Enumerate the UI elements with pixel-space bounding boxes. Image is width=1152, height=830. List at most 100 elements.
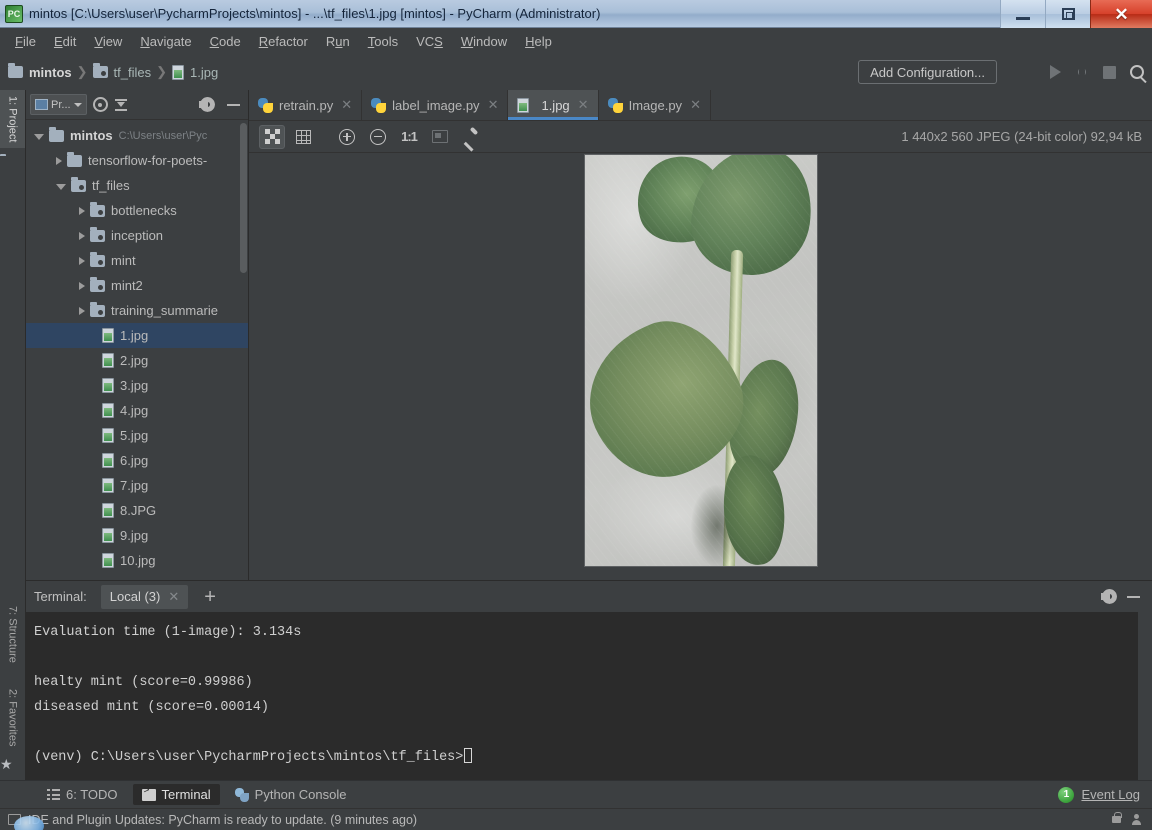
menu-navigate[interactable]: Navigate	[131, 31, 200, 52]
status-item-terminal[interactable]: Terminal	[132, 784, 220, 805]
menu-tools[interactable]: Tools	[359, 31, 407, 52]
tab-1-jpg[interactable]: 1.jpg ✕	[508, 90, 599, 120]
event-log-link[interactable]: Event Log	[1081, 787, 1140, 802]
tree-label: 9.jpg	[120, 528, 149, 543]
toggle-grid-button[interactable]	[290, 125, 316, 149]
chevron-down-icon[interactable]	[56, 183, 66, 190]
project-tree[interactable]: mintos C:\Users\user\Pyc tensorflow-for-…	[26, 120, 248, 580]
chevron-right-icon[interactable]	[79, 256, 85, 265]
menu-run[interactable]: Run	[317, 31, 359, 52]
chevron-right-icon[interactable]	[79, 231, 85, 240]
color-picker-button[interactable]	[458, 125, 484, 149]
sidebar-item-project[interactable]: 1: Project	[0, 90, 25, 149]
lock-icon[interactable]	[1112, 812, 1122, 823]
close-icon[interactable]: ✕	[168, 589, 179, 605]
new-terminal-button[interactable]: +	[204, 587, 216, 607]
tree-row-tf-files[interactable]: tf_files	[26, 173, 248, 198]
tree-label: mint2	[111, 278, 143, 293]
close-icon[interactable]: ✕	[341, 97, 352, 113]
terminal-line: healty mint (score=0.99986)	[34, 675, 253, 690]
close-button[interactable]: ✕	[1090, 0, 1152, 28]
chevron-right-icon[interactable]	[79, 206, 85, 215]
tree-row-inception[interactable]: inception	[26, 223, 248, 248]
tree-row-8-jpg[interactable]: 8.JPG	[26, 498, 248, 523]
status-item-todo[interactable]: 6: TODO	[38, 784, 127, 805]
image-canvas[interactable]	[249, 153, 1152, 580]
tree-row-7-jpg[interactable]: 7.jpg	[26, 473, 248, 498]
tree-row-1-jpg[interactable]: 1.jpg	[26, 323, 248, 348]
menu-help[interactable]: Help	[516, 31, 561, 52]
chevron-down-icon[interactable]	[34, 133, 44, 140]
menu-edit[interactable]: Edit	[45, 31, 85, 52]
collapse-all-icon[interactable]	[114, 98, 128, 112]
gear-icon[interactable]	[200, 97, 215, 112]
close-icon[interactable]: ✕	[488, 97, 499, 113]
sidebar-item-favorites[interactable]: 2: Favorites	[0, 683, 25, 752]
debug-icon[interactable]	[1075, 65, 1089, 79]
tree-row-bottlenecks[interactable]: bottlenecks	[26, 198, 248, 223]
jpg-file-icon	[102, 453, 114, 468]
add-configuration-button[interactable]: Add Configuration...	[858, 60, 997, 84]
zoom-out-button[interactable]	[365, 125, 391, 149]
project-tree-scrollbar[interactable]	[240, 123, 247, 273]
project-view-selector[interactable]: Pr...	[30, 94, 87, 115]
jpg-file-icon	[102, 503, 114, 518]
actual-size-button[interactable]: 1:1	[396, 125, 422, 149]
tree-label: 4.jpg	[120, 403, 149, 418]
breadcrumb-mintos[interactable]: mintos	[8, 63, 72, 80]
gear-icon[interactable]	[1102, 589, 1117, 604]
breadcrumb-1-jpg[interactable]: 1.jpg	[172, 64, 218, 80]
tree-row-training-summaries[interactable]: training_summarie	[26, 298, 248, 323]
tree-path: C:\Users\user\Pyc	[118, 129, 208, 142]
tree-row-mintos[interactable]: mintos C:\Users\user\Pyc	[26, 123, 248, 148]
tab-label-image-py[interactable]: label_image.py ✕	[362, 90, 509, 120]
tree-row-3-jpg[interactable]: 3.jpg	[26, 373, 248, 398]
search-icon[interactable]	[1130, 65, 1144, 79]
minimize-icon[interactable]	[227, 103, 240, 106]
tree-row-mint[interactable]: mint	[26, 248, 248, 273]
menu-refactor[interactable]: Refactor	[250, 31, 317, 52]
menu-vcs[interactable]: VCS	[407, 31, 452, 52]
tree-row-10-jpg[interactable]: 10.jpg	[26, 548, 248, 573]
tree-row-5-jpg[interactable]: 5.jpg	[26, 423, 248, 448]
tree-row-6-jpg[interactable]: 6.jpg	[26, 448, 248, 473]
menu-code[interactable]: Code	[201, 31, 250, 52]
status-item-python-console[interactable]: Python Console	[226, 784, 356, 805]
close-icon[interactable]: ✕	[578, 97, 589, 113]
star-icon: ★	[0, 756, 13, 772]
tab-retrain-py[interactable]: retrain.py ✕	[249, 90, 363, 120]
breadcrumb-tf-files[interactable]: tf_files	[92, 63, 151, 80]
menu-file[interactable]: FFileile	[6, 31, 45, 52]
person-icon[interactable]	[1131, 814, 1142, 825]
fit-to-window-button[interactable]	[427, 125, 453, 149]
terminal-tab-local[interactable]: Local (3) ✕	[100, 584, 189, 609]
chevron-right-icon[interactable]	[79, 281, 85, 290]
stop-icon[interactable]	[1103, 65, 1116, 79]
notification-text[interactable]: IDE and Plugin Updates: PyCharm is ready…	[28, 813, 417, 827]
menu-view[interactable]: View	[85, 31, 131, 52]
jpg-file-icon	[102, 353, 114, 368]
chevron-right-icon[interactable]	[79, 306, 85, 315]
toggle-transparency-button[interactable]	[259, 124, 285, 149]
terminal-output[interactable]: Evaluation time (1-image): 3.134s healty…	[26, 612, 1152, 780]
chevron-right-icon[interactable]	[56, 156, 62, 165]
tree-row-2-jpg[interactable]: 2.jpg	[26, 348, 248, 373]
tree-row-tensorflow-for-poets[interactable]: tensorflow-for-poets-	[26, 148, 248, 173]
close-icon[interactable]: ✕	[690, 97, 701, 113]
minimize-icon[interactable]	[1127, 595, 1140, 598]
tab-image-py[interactable]: Image.py ✕	[599, 90, 711, 120]
sidebar-item-structure[interactable]: 7: Structure	[0, 600, 25, 669]
target-icon[interactable]	[92, 97, 108, 112]
tree-row-9-jpg[interactable]: 9.jpg	[26, 523, 248, 548]
tree-row-4-jpg[interactable]: 4.jpg	[26, 398, 248, 423]
tree-label: 5.jpg	[120, 428, 149, 443]
minimize-button[interactable]	[1000, 0, 1045, 28]
run-icon[interactable]	[1050, 65, 1061, 79]
menu-window[interactable]: Window	[452, 31, 516, 52]
maximize-button[interactable]	[1045, 0, 1090, 28]
navigation-bar: mintos ❯ tf_files ❯ 1.jpg Add Configurat…	[0, 54, 1152, 90]
tree-row-mint2[interactable]: mint2	[26, 273, 248, 298]
folder-icon	[67, 151, 82, 167]
zoom-in-button[interactable]	[334, 125, 360, 149]
structure-tool-label: 7: Structure	[6, 605, 19, 663]
